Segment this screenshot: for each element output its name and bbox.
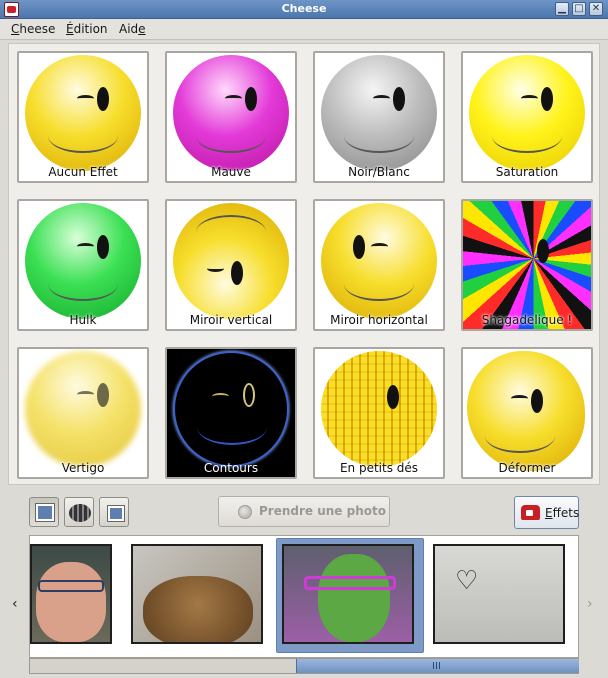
effect-label: Mauve [211, 165, 251, 179]
scroll-left-arrow[interactable]: ‹ [12, 596, 18, 612]
effect-hulk[interactable]: Hulk [17, 199, 149, 331]
menu-edition[interactable]: Édition [66, 22, 108, 36]
effect-label: Noir/Blanc [348, 165, 410, 179]
thumbnail-scrollbar[interactable] [29, 658, 579, 674]
record-dot-icon [238, 505, 252, 519]
effects-toggle-button[interactable]: Effets [514, 496, 579, 529]
effect-label: Saturation [495, 165, 559, 179]
photo-mode-icon [35, 503, 55, 522]
smiley-icon [25, 351, 141, 467]
burst-mode-icon [107, 505, 125, 522]
effect-miroir-vertical[interactable]: Miroir vertical [165, 199, 297, 331]
close-button[interactable]: ✕ [589, 2, 603, 16]
photo-mode-button[interactable] [29, 497, 59, 527]
effect-contours[interactable]: Contours [165, 347, 297, 479]
effect-mauve[interactable]: Mauve [165, 51, 297, 183]
thumbnail-strip: ♡ [29, 535, 579, 658]
effect-deformer[interactable]: Déformer [461, 347, 593, 479]
effects-grid: Aucun Effet Mauve Noir/Blanc Saturation … [8, 43, 600, 485]
scroll-right-arrow[interactable]: › [587, 596, 593, 612]
menu-bar: Cheese Édition Aide [0, 19, 608, 40]
effect-vertigo[interactable]: Vertigo [17, 347, 149, 479]
scrollbar-thumb[interactable] [296, 659, 579, 673]
effect-noir-blanc[interactable]: Noir/Blanc [313, 51, 445, 183]
burst-mode-button[interactable] [99, 497, 129, 527]
effect-label: En petits dés [339, 461, 419, 475]
effect-label: Vertigo [61, 461, 105, 475]
smiley-icon [173, 55, 289, 171]
video-mode-button[interactable] [64, 497, 94, 527]
effect-shagadelique[interactable]: Shagadelique ! [461, 199, 593, 331]
maximize-button[interactable]: □ [572, 2, 586, 16]
dice-smiley-icon [321, 351, 437, 467]
smiley-icon [321, 203, 437, 319]
red-phone-icon [521, 505, 540, 520]
thumbnail-man-green-effect[interactable] [282, 544, 414, 644]
effect-label: Miroir horizontal [330, 313, 428, 327]
effect-label: Miroir vertical [189, 313, 273, 327]
effect-saturation[interactable]: Saturation [461, 51, 593, 183]
effect-en-petits-des[interactable]: En petits dés [313, 347, 445, 479]
smiley-icon [467, 351, 585, 471]
smiley-icon [469, 55, 585, 171]
thumbnail-man-glasses[interactable] [30, 544, 112, 644]
take-photo-button[interactable]: Prendre une photo [218, 496, 390, 527]
effects-label: Effets [545, 506, 580, 520]
smiley-icon [25, 203, 141, 319]
effect-label: Aucun Effet [48, 165, 118, 179]
effect-label: Hulk [69, 313, 97, 327]
take-photo-label: Prendre une photo [259, 504, 386, 518]
menu-cheese[interactable]: Cheese [11, 22, 55, 36]
film-reel-icon [69, 504, 91, 522]
effect-aucun-effet[interactable]: Aucun Effet [17, 51, 149, 183]
effect-miroir-horizontal[interactable]: Miroir horizontal [313, 199, 445, 331]
window-title: Cheese [281, 2, 327, 15]
smiley-icon [321, 55, 437, 171]
swirl-pattern-icon [463, 201, 591, 329]
smiley-icon [25, 55, 141, 171]
thumbnail-cat[interactable] [131, 544, 263, 644]
thumbnail-vuntz-sign[interactable]: ♡ [433, 544, 565, 644]
minimize-button[interactable]: ▁ [555, 2, 569, 16]
scroll-grip-icon [433, 662, 441, 669]
title-bar: Cheese ▁ □ ✕ [0, 0, 608, 19]
effect-label: Contours [203, 461, 259, 475]
effect-label: Déformer [498, 461, 556, 475]
menu-aide[interactable]: Aide [119, 22, 146, 36]
effect-label: Shagadelique ! [481, 313, 573, 327]
